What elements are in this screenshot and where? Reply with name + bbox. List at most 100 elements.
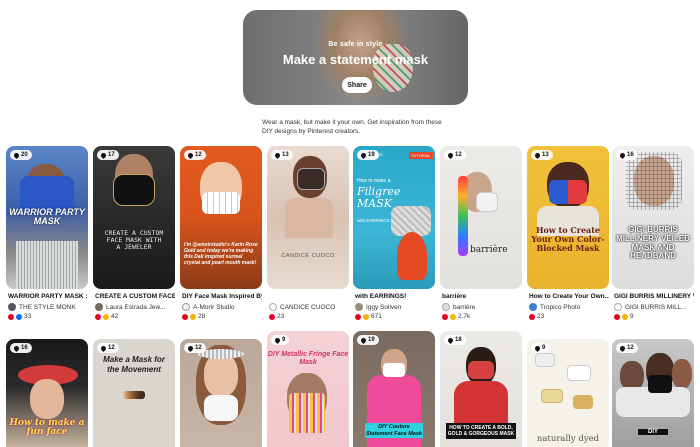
pin-count-badge: 20	[10, 150, 32, 160]
pin-icon	[359, 336, 368, 344]
avatar	[529, 303, 537, 311]
heart-icon	[269, 313, 275, 320]
pin-image[interactable]: CREATE A CUSTOM FACE MASK WITH A JEWELER	[93, 146, 175, 289]
pin-creator[interactable]: THE STYLE MONK	[8, 303, 88, 311]
hero-banner[interactable]: Be safe in style Make a statement mask S…	[243, 10, 468, 105]
reaction-icon	[190, 313, 196, 320]
pin-image[interactable]: GIGI BURRIS MILLINERY VEILED MASK AND HE…	[612, 146, 694, 289]
pin-image[interactable]: CANDICE CUOCO	[267, 146, 349, 289]
pin-creator[interactable]: GIGI BURRIS MILL...	[614, 303, 694, 311]
pin-image[interactable]: WARRIOR PARTY MASK	[6, 146, 88, 289]
pin-image[interactable]: How to make a fun face	[6, 339, 88, 447]
pin-icon	[618, 344, 627, 352]
pin-creator[interactable]: Tropico Photo	[529, 303, 609, 311]
pin-overlay-subtext: How to make a	[357, 178, 391, 184]
pin-icon	[99, 344, 108, 352]
pin-icon	[12, 344, 21, 352]
pin-title[interactable]: How to Create Your Own...	[529, 293, 609, 300]
intro-text: Wear a mask, but make it your own. Get i…	[262, 119, 442, 135]
pin-count-badge: 12	[184, 343, 206, 353]
pin-count-badge: 19	[357, 335, 379, 345]
pin-overlay-text: WARRIOR PARTY MASK	[9, 207, 85, 227]
pin-reactions: 42	[95, 313, 118, 320]
pin-overlay-text: naturally dyed	[536, 434, 600, 444]
pin-overlay-text: CREATE A CUSTOM FACE MASK WITH A JEWELER	[104, 229, 164, 251]
reaction-icon	[103, 313, 109, 320]
pin-image[interactable]: DIY Metallic Fringe Face Mask	[267, 331, 349, 447]
pin-overlay-text: HOW TO CREATE A BOLD, GOLD & GORGEOUS MA…	[446, 423, 516, 439]
pin-overlay-text: How to make a fun face	[9, 418, 85, 438]
pin-count-badge: 12	[97, 343, 119, 353]
avatar	[442, 303, 450, 311]
pin-icon	[186, 151, 195, 159]
pin-icon	[359, 151, 368, 159]
pin-icon	[446, 336, 455, 344]
heart-icon	[95, 313, 101, 320]
avatar	[355, 303, 363, 311]
pin-count-badge: 13	[271, 150, 293, 160]
pin-icon	[533, 344, 542, 352]
pin-creator[interactable]: Laura Estrada Jew...	[95, 303, 175, 311]
pin-title[interactable]: GIGI BURRIS MILLINERY VEILED...	[614, 293, 694, 300]
pin-title[interactable]: CREATE A CUSTOM FACE MASK WITH...	[95, 293, 175, 300]
pin-count-badge: 16	[616, 150, 638, 160]
pin-image[interactable]: HOW TO CREATE A BOLD, GOLD & GORGEOUS MA…	[440, 331, 522, 447]
pin-image[interactable]: How to Create Your Own Color-Blocked Mas…	[527, 146, 609, 289]
pin-image[interactable]	[180, 339, 262, 447]
pin-count-badge: 16	[10, 343, 32, 353]
pin-reactions: 671	[355, 313, 382, 320]
reaction-icon	[16, 313, 22, 320]
heart-icon	[355, 313, 361, 320]
pin-count-badge: 12	[444, 150, 466, 160]
pin-title[interactable]: barrière	[442, 293, 522, 300]
avatar	[8, 303, 16, 311]
avatar	[182, 303, 190, 311]
pin-overlay-text: I'm @amoirstudio's Karin Rose Gold and t…	[184, 242, 258, 266]
pin-creator[interactable]: barrière	[442, 303, 522, 311]
pin-overlay-text: DIY	[638, 429, 668, 436]
pin-count-badge: 12	[184, 150, 206, 160]
pin-overlay-text: Make a Mask for the Movement	[103, 355, 165, 374]
pin-count-badge: 12	[616, 343, 638, 353]
pin-overlay-text: GIGI BURRIS MILLINERY VEILED MASK AND HE…	[616, 225, 690, 261]
pin-title[interactable]: DIY Face Mask Inspired By...	[182, 293, 262, 300]
pin-icon	[273, 336, 282, 344]
pin-creator[interactable]: A-Morir Studio	[182, 303, 262, 311]
pin-overlay-text: DIY Metallic Fringe Face Mask	[267, 351, 349, 367]
heart-icon	[442, 313, 448, 320]
pin-icon	[12, 151, 21, 159]
pin-reactions: 28	[182, 313, 205, 320]
heart-icon	[529, 313, 535, 320]
pin-image[interactable]: DIY FILIGREE TUTORIAL How to make a Fili…	[353, 146, 435, 289]
pin-icon	[186, 344, 195, 352]
pin-reactions: 23	[269, 313, 284, 320]
pin-overlay-text: How to Create Your Own Color-Blocked Mas…	[531, 225, 605, 254]
pin-overlay-text: DIY Couture Statement Face Mask	[365, 423, 423, 439]
pin-tag: TUTORIAL	[409, 152, 433, 159]
pin-count-badge: 9	[271, 335, 290, 345]
pin-image[interactable]: DIY Couture Statement Face Mask	[353, 331, 435, 447]
pin-title[interactable]: with EARRINGS!	[355, 293, 435, 300]
reaction-icon	[450, 313, 456, 320]
reaction-icon	[363, 313, 369, 320]
pin-creator[interactable]: CANDICE CUOCO	[269, 303, 349, 311]
pin-reactions: 9	[614, 313, 634, 320]
pin-image[interactable]: barrière	[440, 146, 522, 289]
pin-overlay-text: CANDICE CUOCO	[281, 253, 335, 259]
pin-image[interactable]: naturally dyed	[527, 339, 609, 447]
pin-reactions: 2.7k	[442, 313, 470, 320]
pin-icon	[273, 151, 282, 159]
pin-creator[interactable]: Iggy Soliven	[355, 303, 435, 311]
pin-title[interactable]: WARRIOR PARTY MASK : A...	[8, 293, 88, 300]
pin-count-badge: 9	[531, 343, 550, 353]
pin-overlay-subtext: with EARRINGS	[357, 218, 390, 223]
heart-icon	[182, 313, 188, 320]
pin-reactions: 23	[529, 313, 544, 320]
pin-count-badge: 18	[444, 335, 466, 345]
share-button[interactable]: Share	[342, 77, 372, 93]
heart-icon	[8, 313, 14, 320]
pin-image[interactable]: DIY	[612, 339, 694, 447]
pin-count-badge: 17	[97, 150, 119, 160]
pin-image[interactable]: I'm @amoirstudio's Karin Rose Gold and t…	[180, 146, 262, 289]
pin-image[interactable]: Make a Mask for the Movement	[93, 339, 175, 447]
